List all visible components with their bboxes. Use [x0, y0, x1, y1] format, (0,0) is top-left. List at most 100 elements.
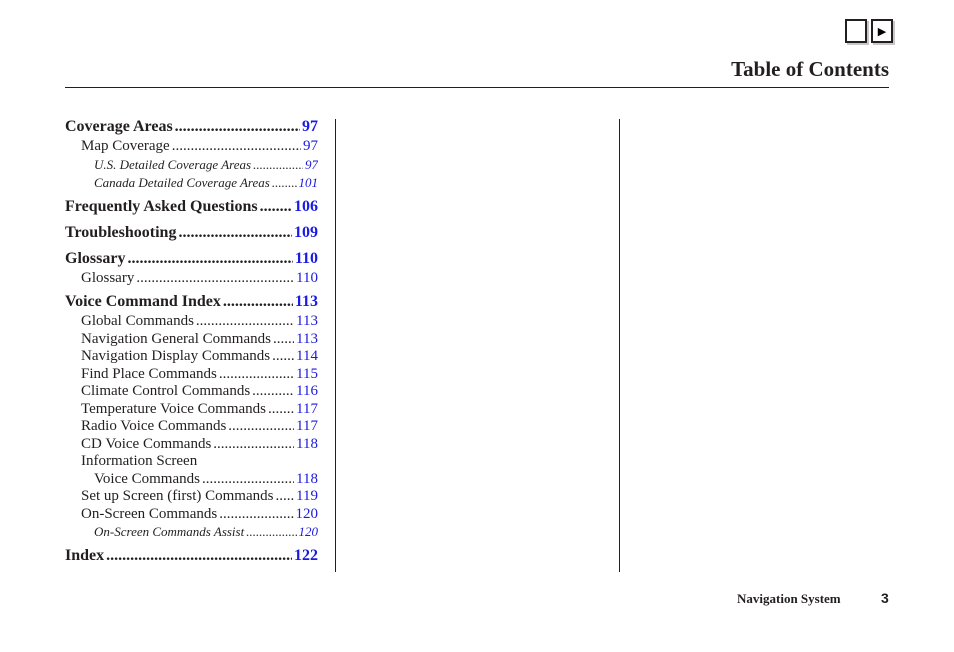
toc-section-link[interactable]: Index 122 [65, 544, 318, 567]
page-navigation: ▶ [845, 19, 893, 43]
toc-entry-label: Navigation Display Commands [81, 348, 271, 364]
next-page-button[interactable]: ▶ [871, 19, 893, 43]
footer-page-number: 3 [881, 590, 889, 606]
toc-entry-label: Index [65, 547, 105, 564]
toc-entry-label: Radio Voice Commands [81, 418, 227, 434]
toc-entry-label: Troubleshooting [65, 223, 177, 241]
toc-entry-label: On-Screen Commands [81, 505, 218, 522]
toc-list: Coverage Areas97Map Coverage97U.S. Detai… [65, 114, 318, 567]
toc-page-number[interactable]: 117 [296, 401, 318, 419]
toc-subsection-link[interactable]: Voice Commands 118 [65, 471, 318, 489]
toc-page-number[interactable]: 118 [296, 471, 318, 489]
dot-leader [213, 436, 294, 454]
toc-subtopic-link[interactable]: Canada Detailed Coverage Areas 101 [65, 174, 318, 192]
dot-leader [196, 313, 294, 331]
toc-page-number[interactable]: 110 [295, 247, 318, 270]
toc-page-number[interactable]: 113 [296, 313, 318, 331]
toc-entry-label: Find Place Commands [81, 365, 217, 382]
column-divider-left [335, 119, 336, 572]
dot-leader [253, 156, 303, 174]
toc-page-number[interactable]: 101 [299, 174, 319, 192]
toc-subsection-link[interactable]: Navigation Display Commands 114 [65, 348, 318, 366]
toc-subsection-link[interactable]: Find Place Commands 115 [65, 366, 318, 384]
toc-subsection-link[interactable]: CD Voice Commands 118 [65, 436, 318, 454]
toc-entry-label: Voice Commands [94, 470, 200, 487]
toc-entry-label: Glossary [65, 249, 126, 267]
toc-section-link[interactable]: Frequently Asked Questions 106 [65, 195, 318, 218]
toc-subsection-link[interactable]: Glossary 110 [65, 270, 318, 288]
toc-entry-label: U.S. Detailed Coverage Areas [94, 156, 252, 172]
toc-subsection-link[interactable]: Climate Control Commands 116 [65, 383, 318, 401]
page-title: Table of Contents [731, 57, 889, 81]
dot-leader [127, 247, 292, 270]
toc-subsection-link: Information Screen [65, 453, 318, 471]
dot-leader [223, 290, 293, 313]
toc-subsection-link[interactable]: Navigation General Commands 113 [65, 331, 318, 349]
toc-entry-label: Climate Control Commands [81, 383, 251, 399]
dot-leader [275, 488, 294, 506]
dot-leader [272, 174, 297, 192]
toc-page-number[interactable]: 119 [296, 488, 318, 506]
dot-leader [268, 401, 294, 419]
toc-page-number[interactable]: 118 [296, 436, 318, 454]
toc-page-number[interactable]: 97 [302, 115, 318, 138]
dot-leader [136, 270, 294, 288]
toc-subsection-link[interactable]: Temperature Voice Commands 117 [65, 401, 318, 419]
toc-page-number[interactable]: 113 [296, 331, 318, 349]
dot-leader [252, 383, 294, 401]
toc-subsection-link[interactable]: On-Screen Commands 120 [65, 506, 318, 524]
dot-leader [246, 523, 296, 541]
toc-entry-label: Navigation General Commands [81, 330, 271, 347]
toc-section-link[interactable]: Glossary 110 [65, 247, 318, 270]
toc-subsection-link[interactable]: Set up Screen (first) Commands 119 [65, 488, 318, 506]
toc-page-number[interactable]: 120 [296, 506, 319, 524]
toc-page-number[interactable]: 106 [294, 195, 318, 218]
toc-section-link[interactable]: Troubleshooting 109 [65, 221, 318, 244]
previous-page-button[interactable] [845, 19, 867, 43]
toc-entry-label: Coverage Areas [65, 118, 173, 135]
dot-leader [219, 506, 293, 524]
toc-section-link[interactable]: Coverage Areas 97 [65, 115, 318, 138]
toc-entry-label: Set up Screen (first) Commands [81, 488, 274, 504]
toc-page-number[interactable]: 97 [303, 138, 318, 156]
toc-subsection-link[interactable]: Radio Voice Commands 117 [65, 418, 318, 436]
dot-leader [175, 115, 300, 138]
dot-leader [202, 471, 294, 489]
toc-page-number[interactable]: 110 [296, 270, 318, 288]
toc-entry-label: Information Screen [81, 453, 198, 469]
dot-leader [273, 331, 294, 349]
footer-section-title: Navigation System [737, 591, 841, 606]
toc-page-number[interactable]: 115 [296, 366, 318, 384]
dot-leader [219, 366, 294, 384]
toc-page-number[interactable]: 116 [296, 383, 318, 401]
toc-entry-label: Canada Detailed Coverage Areas [94, 174, 270, 190]
dot-leader [228, 418, 294, 436]
play-arrow-icon: ▶ [877, 25, 887, 38]
toc-page-number[interactable]: 120 [299, 523, 319, 541]
title-divider [65, 87, 889, 88]
toc-entry-label: Map Coverage [81, 138, 170, 154]
toc-entry-label: Voice Command Index [65, 293, 221, 310]
toc-entry-label: On-Screen Commands Assist [94, 524, 245, 539]
toc-section-link[interactable]: Voice Command Index 113 [65, 290, 318, 313]
toc-entry-label: Global Commands [81, 313, 194, 329]
toc-subsection-link[interactable]: Global Commands 113 [65, 313, 318, 331]
dot-leader [178, 221, 292, 244]
toc-page-number[interactable]: 122 [294, 544, 318, 567]
toc-entry-label: CD Voice Commands [81, 435, 212, 452]
toc-subsection-link[interactable]: Map Coverage 97 [65, 138, 318, 156]
toc-subtopic-link[interactable]: On-Screen Commands Assist 120 [65, 523, 318, 541]
toc-entry-label: Temperature Voice Commands [81, 400, 267, 417]
dot-leader [260, 195, 292, 218]
column-divider-right [619, 119, 620, 572]
dot-leader [272, 348, 294, 366]
toc-page-number[interactable]: 117 [296, 418, 318, 436]
toc-page-number[interactable]: 109 [294, 221, 318, 244]
toc-entry-label: Frequently Asked Questions [65, 197, 258, 215]
toc-page-number[interactable]: 114 [296, 348, 318, 366]
toc-page-number[interactable]: 97 [305, 156, 318, 174]
toc-page-number[interactable]: 113 [295, 290, 318, 313]
toc-subtopic-link[interactable]: U.S. Detailed Coverage Areas 97 [65, 156, 318, 174]
dot-leader [172, 138, 301, 156]
dot-leader [106, 544, 292, 567]
